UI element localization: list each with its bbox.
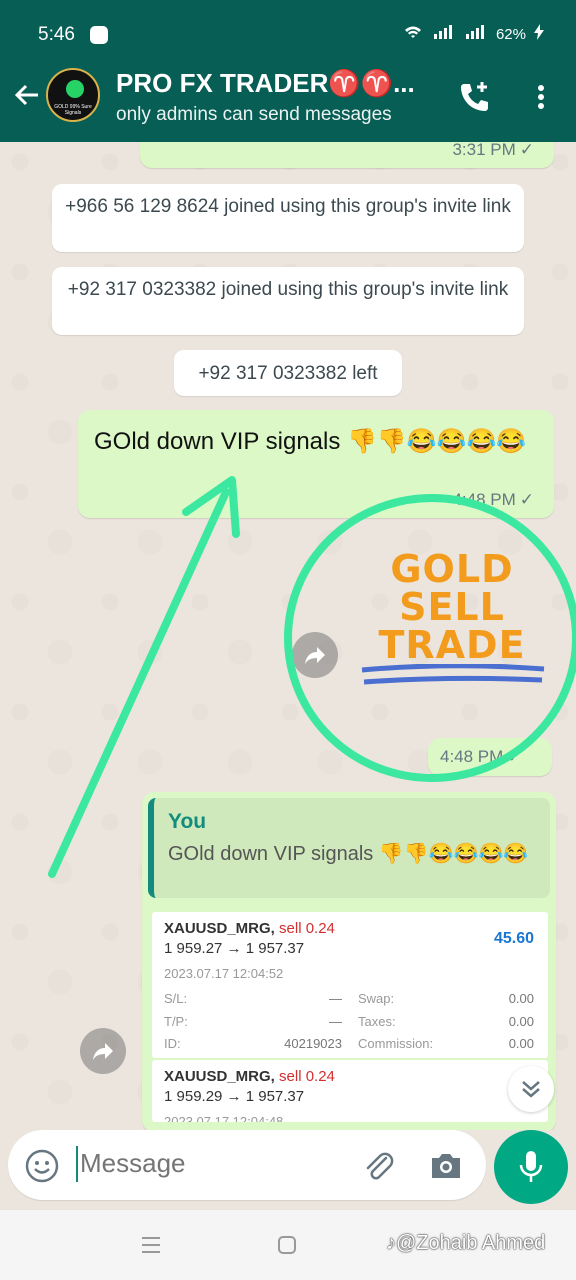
message-input[interactable] (80, 1148, 340, 1179)
avatar-text: GOLD 99% Sure Signals (54, 104, 92, 116)
sticker-line: GOLD (390, 547, 514, 591)
sent-tick-icon: ✓ (519, 490, 534, 509)
trade-tp-label: T/P: (164, 1014, 188, 1029)
trade-symbol: XAUUSD_MRG, (164, 1068, 275, 1085)
forward-icon (305, 647, 325, 664)
trade-date: 2023.07.17 12:04:48 (164, 1114, 284, 1122)
trade-id-label: ID: (164, 1036, 181, 1051)
trade-symbol-line: XAUUSD_MRG, sell 0.24 (164, 1068, 335, 1085)
message-text: GOld down VIP signals 👎👎😂😂😂😂 (94, 428, 527, 455)
trade-date: 2023.07.17 12:04:52 (164, 966, 284, 981)
emoji-icon[interactable] (24, 1148, 60, 1189)
signal-icon (432, 24, 456, 44)
chat-title[interactable]: PRO FX TRADER♈♈... (116, 68, 415, 99)
status-indicators: 62% (402, 24, 544, 44)
trade-card[interactable]: XAUUSD_MRG, sell 0.24 1 959.27 → 1 957.3… (152, 912, 548, 1058)
home-icon[interactable] (276, 1234, 298, 1261)
trade-tp-value: — (329, 1014, 342, 1029)
quoted-reply[interactable]: You GOld down VIP signals 👎👎😂😂😂😂 (148, 798, 550, 898)
sticker-underline (361, 663, 545, 685)
message-time: 3:31 PM (452, 142, 516, 159)
forward-button[interactable] (292, 632, 338, 678)
reply-author: You (168, 810, 207, 833)
trade-profit: 45.60 (493, 930, 534, 947)
watermark-label: @Zohaib Ahmed (396, 1232, 546, 1254)
camera-icon[interactable] (428, 1150, 464, 1187)
trade-swap-value: 0.00 (508, 991, 534, 1006)
reply-text: GOld down VIP signals 👎👎😂😂😂😂 (168, 843, 529, 865)
system-message: +966 56 129 8624 joined using this group… (52, 184, 524, 252)
chat-header: GOLD 99% Sure Signals PRO FX TRADER♈♈...… (0, 58, 576, 142)
message-box[interactable] (8, 1130, 486, 1200)
sticker-line: TRADE (378, 623, 526, 667)
system-message-text: +966 56 129 8624 joined using this group… (65, 196, 511, 217)
text-caret (76, 1146, 78, 1182)
trade-sl-label: S/L: (164, 991, 188, 1006)
system-message-text: +92 317 0323382 left (198, 363, 378, 384)
sticker-time-badge: 4:48 PM ✓ (428, 738, 552, 776)
battery-level: 62% (495, 25, 526, 43)
trade-card[interactable]: XAUUSD_MRG, sell 0.24 1 959.29 → 1 957.3… (152, 1060, 548, 1122)
system-message-text: +92 317 0323382 joined using this group'… (67, 279, 509, 300)
back-arrow-icon[interactable] (10, 78, 44, 112)
status-bar: 5:46 62% (0, 0, 576, 58)
status-time: 5:46 (38, 24, 75, 45)
trade-taxes-value: 0.00 (508, 1014, 534, 1029)
add-call-icon[interactable] (458, 80, 492, 114)
trade-commission-value: 0.00 (508, 1036, 534, 1051)
sent-tick-icon: ✓ (519, 142, 534, 159)
sent-tick-icon: ✓ (507, 747, 522, 766)
avatar-logo-icon (66, 80, 84, 98)
chevron-double-down-icon (522, 1081, 540, 1098)
signal-icon-2 (464, 24, 488, 44)
message-bubble[interactable]: GOld down VIP signals 👎👎😂😂😂😂 4:48 PM ✓ (78, 410, 554, 518)
system-message: +92 317 0323382 joined using this group'… (52, 267, 524, 335)
trade-commission-label: Commission: (358, 1036, 434, 1051)
system-nav-bar: ♪@Zohaib Ahmed (0, 1210, 576, 1280)
chat-area[interactable]: 3:31 PM ✓ +966 56 129 8624 joined using t… (0, 142, 576, 1130)
trade-symbol-line: XAUUSD_MRG, sell 0.24 (164, 920, 335, 937)
notification-icon (90, 26, 108, 44)
forward-button[interactable] (80, 1028, 126, 1074)
composer-bar (0, 1130, 576, 1210)
trade-taxes-label: Taxes: (358, 1014, 396, 1029)
trade-swap-label: Swap: (358, 991, 395, 1006)
voice-record-button[interactable] (494, 1130, 568, 1204)
trade-type: sell 0.24 (279, 1068, 335, 1085)
more-options-icon[interactable] (530, 80, 552, 114)
message-bubble-previous[interactable]: 3:31 PM ✓ (140, 142, 554, 168)
trade-price: 1 959.27 → 1 957.37 (164, 940, 305, 957)
message-time: 4:48 PM (452, 490, 516, 509)
attachment-icon[interactable] (360, 1148, 396, 1189)
trade-symbol: XAUUSD_MRG, (164, 920, 275, 937)
system-message: +92 317 0323382 left (174, 350, 402, 396)
sticker-line: SELL (399, 585, 505, 629)
trade-sl-value: — (329, 991, 342, 1006)
trade-id-value: 40219023 (284, 1036, 342, 1051)
microphone-icon (519, 1151, 543, 1182)
forward-icon (93, 1043, 113, 1060)
trade-type: sell 0.24 (279, 920, 335, 937)
wifi-icon (402, 24, 424, 44)
charging-icon (534, 24, 544, 44)
message-time: 4:48 PM (440, 747, 504, 766)
gold-sell-sticker[interactable]: GOLD SELL TRADE (352, 550, 552, 710)
watermark-text: ♪@Zohaib Ahmed (386, 1232, 545, 1255)
trade-price: 1 959.29 → 1 957.37 (164, 1088, 305, 1105)
chat-subtitle: only admins can send messages (116, 104, 392, 125)
group-avatar[interactable]: GOLD 99% Sure Signals (46, 68, 100, 122)
recent-apps-icon[interactable] (140, 1234, 162, 1261)
scroll-to-bottom-button[interactable] (508, 1066, 554, 1112)
tiktok-icon: ♪ (386, 1232, 396, 1254)
